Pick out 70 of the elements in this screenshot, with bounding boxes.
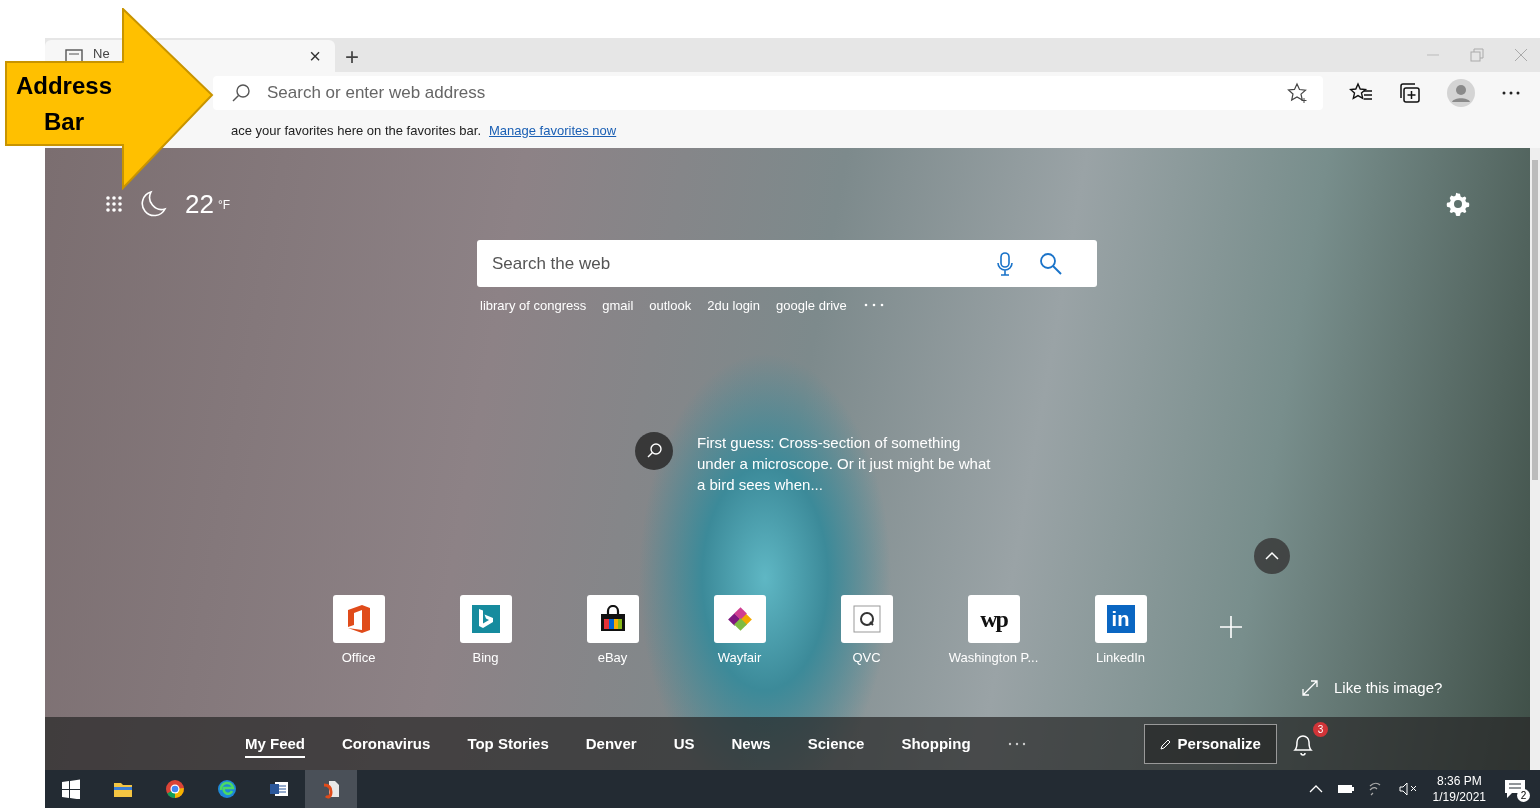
quick-search-link[interactable]: library of congress [480, 297, 587, 313]
quick-search-link[interactable]: outlook [649, 297, 692, 313]
new-tab-button[interactable]: + [341, 45, 363, 69]
chevron-up-icon[interactable] [1308, 784, 1323, 794]
notification-count: 2 [1517, 789, 1530, 802]
magnifier-logo-icon [852, 605, 881, 633]
bing-logo-icon [471, 605, 500, 633]
top-site-tile[interactable]: in LinkedIn [1057, 595, 1184, 665]
temperature: 22 [185, 188, 214, 220]
document-app-icon[interactable] [321, 779, 341, 799]
like-image-link[interactable]: Like this image? [1334, 679, 1443, 696]
page-icon [65, 49, 83, 63]
quick-search-link[interactable]: google drive [776, 297, 847, 313]
temperature-unit: °F [217, 198, 231, 212]
moon-icon [141, 190, 167, 218]
shopping-bag-icon [598, 605, 627, 633]
scrollbar[interactable] [1530, 148, 1540, 770]
notification-badge: 3 [1312, 721, 1328, 737]
battery-icon[interactable] [1336, 784, 1355, 794]
web-search-field[interactable]: Search the web [477, 240, 1097, 287]
tab-close-button[interactable]: × [305, 46, 325, 66]
callout-label: Address Bar [14, 71, 113, 137]
feed-tab[interactable]: My Feed [245, 729, 305, 758]
image-caption: First guess: Cross-section of something under a microscope. Or it just might be what a bird sees when... [697, 433, 992, 495]
favorites-bar-message: ace your favorites here on the favorites bar. [231, 123, 482, 138]
address-bar[interactable]: Search or enter web address [213, 75, 1323, 110]
collections-icon[interactable] [1399, 81, 1421, 104]
feed-tab[interactable]: Shopping [901, 729, 971, 758]
collapse-button-icon[interactable] [1254, 538, 1290, 574]
feed-tab[interactable]: US [673, 729, 695, 758]
clock[interactable]: 8:36 PM 1/19/2021 [1432, 773, 1486, 805]
word-document-icon[interactable] [269, 779, 289, 799]
top-site-tile[interactable]: eBay [549, 595, 676, 665]
newspaper-logo: wp [980, 605, 1007, 633]
muted-speaker-icon[interactable] [1398, 782, 1419, 796]
expand-icon[interactable] [1302, 679, 1318, 696]
edge-browser-icon[interactable] [217, 779, 237, 799]
personalize-button[interactable]: Personalize [1143, 723, 1277, 764]
top-site-tile[interactable]: wp Washington P... [930, 595, 1057, 665]
profile-avatar-icon[interactable] [1447, 78, 1475, 107]
feed-tab[interactable]: Coronavirus [342, 729, 431, 758]
clock-time: 8:36 PM [1436, 773, 1482, 789]
quick-search-link[interactable]: gmail [602, 297, 634, 313]
tab-title: Ne [93, 45, 111, 61]
web-search-input[interactable]: Search the web [490, 252, 971, 275]
clock-date: 1/19/2021 [1432, 789, 1486, 805]
feed-tab[interactable]: Top Stories [467, 729, 549, 758]
top-site-tile[interactable]: Bing [422, 595, 549, 665]
settings-icon[interactable] [1446, 192, 1470, 216]
feed-tab[interactable]: News [731, 729, 771, 758]
linkedin-logo: in [1106, 605, 1135, 633]
chrome-browser-icon[interactable] [165, 779, 185, 799]
feed-tab[interactable]: Science [807, 729, 865, 758]
microphone-icon[interactable] [997, 251, 1013, 276]
pencil-icon [1159, 737, 1172, 750]
quick-search-link[interactable]: 2du login [707, 297, 760, 313]
feed-tab[interactable]: Denver [585, 729, 637, 758]
search-icon [231, 82, 251, 103]
add-site-icon[interactable] [1219, 615, 1243, 639]
top-site-tile[interactable]: Office [295, 595, 422, 665]
top-site-tile[interactable]: Wayfair [676, 595, 803, 665]
manage-favorites-link[interactable]: Manage favorites now [489, 123, 617, 138]
star-add-icon[interactable] [1287, 81, 1309, 104]
image-search-button-icon[interactable] [635, 432, 673, 470]
flower-logo-icon [726, 606, 753, 632]
office-logo-icon [345, 604, 372, 634]
start-button-icon[interactable] [61, 779, 81, 799]
app-launcher-icon[interactable] [105, 195, 123, 213]
search-icon[interactable] [1039, 251, 1063, 276]
more-icon[interactable] [1501, 89, 1521, 96]
